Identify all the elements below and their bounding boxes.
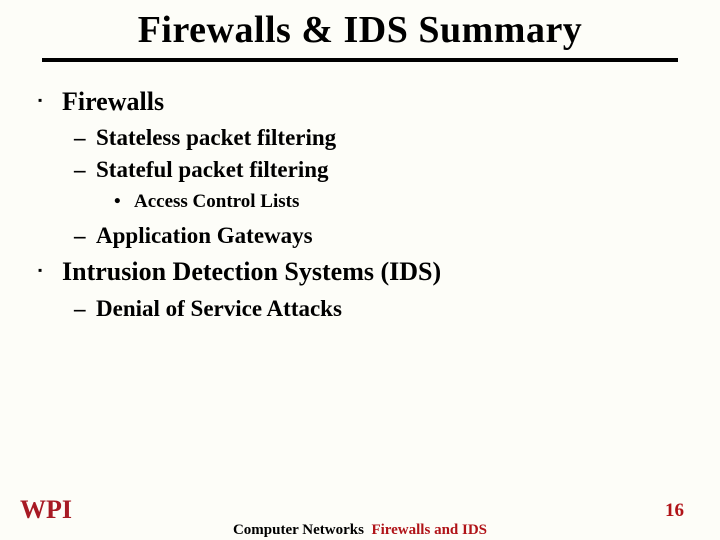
slide-title: Firewalls & IDS Summary bbox=[0, 0, 720, 52]
slide-content: Firewalls Stateless packet filtering Sta… bbox=[0, 62, 720, 323]
bullet-ids: Intrusion Detection Systems (IDS) bbox=[62, 254, 690, 289]
logo-text: WPI bbox=[20, 495, 72, 524]
bullet-app-gateways: Application Gateways bbox=[96, 221, 690, 251]
bullet-firewalls: Firewalls bbox=[62, 84, 690, 119]
bullet-stateless: Stateless packet filtering bbox=[96, 123, 690, 153]
bullet-stateful: Stateful packet filtering bbox=[96, 155, 690, 185]
slide: Firewalls & IDS Summary Firewalls Statel… bbox=[0, 0, 720, 540]
page-number: 16 bbox=[665, 500, 684, 522]
bullet-dos: Denial of Service Attacks bbox=[96, 294, 690, 324]
wpi-logo: WPI bbox=[20, 492, 84, 526]
footer-course: Computer Networks bbox=[233, 522, 364, 538]
footer-topic: Firewalls and IDS bbox=[371, 522, 487, 538]
bullet-acl: Access Control Lists bbox=[134, 189, 690, 215]
footer-center: Computer Networks Firewalls and IDS bbox=[0, 522, 720, 539]
